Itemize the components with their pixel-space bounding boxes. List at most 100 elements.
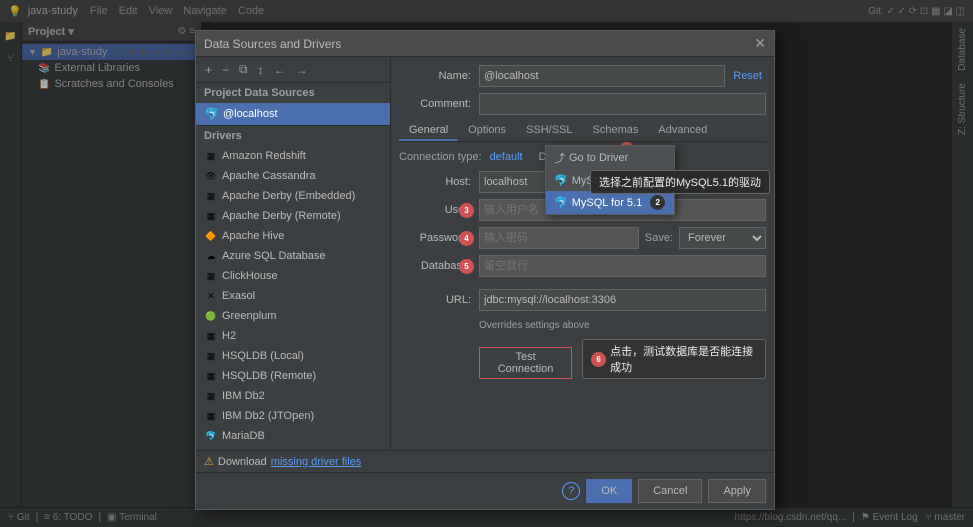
derby-rem-icon: ▦ — [204, 209, 218, 223]
name-input[interactable] — [479, 65, 725, 87]
hsqldb-local-icon: ▦ — [204, 349, 218, 363]
mysql-popup-icon: 🐬 — [554, 174, 568, 187]
driver-derby-embedded[interactable]: ▦ Apache Derby (Embedded) — [196, 186, 390, 206]
cancel-button[interactable]: Cancel — [638, 479, 702, 503]
test-conn-label: Test Connection — [498, 351, 554, 375]
ide-window: 💡 java-study File Edit View Navigate Cod… — [0, 0, 973, 527]
fwd-btn[interactable]: → — [293, 61, 311, 78]
tabs-bar: General Options SSH/SSL Schemas Advanced — [399, 121, 766, 142]
remove-datasource-btn[interactable]: − — [219, 61, 232, 78]
driver-clickhouse[interactable]: ▦ ClickHouse — [196, 266, 390, 286]
drivers-header: Drivers — [196, 126, 390, 146]
url-override-note: Overrides settings above — [479, 320, 590, 331]
driver-popup-goto[interactable]: ⤴ Go to Driver — [546, 146, 674, 170]
driver-label: Exasol — [222, 290, 255, 302]
driver-amazon-redshift[interactable]: ▦ Amazon Redshift — [196, 146, 390, 166]
cassandra-icon: 👁 — [204, 169, 218, 183]
driver-derby-remote[interactable]: ▦ Apache Derby (Remote) — [196, 206, 390, 226]
driver-label: Apache Cassandra — [222, 170, 316, 182]
left-pane-toolbar: + − ⧉ ↕ ← → — [196, 57, 390, 83]
driver-label: IBM Db2 (JTOpen) — [222, 410, 314, 422]
tab-advanced[interactable]: Advanced — [648, 121, 717, 141]
move-datasource-btn[interactable]: ↕ — [255, 61, 267, 78]
conn-type-value[interactable]: default — [490, 151, 523, 163]
goto-driver-label: Go to Driver — [569, 152, 628, 164]
driver-label: HSQLDB (Remote) — [222, 370, 316, 382]
password-input[interactable] — [479, 227, 639, 249]
add-datasource-btn[interactable]: + — [202, 61, 215, 78]
driver-label: Azure SQL Database — [222, 250, 326, 262]
callout-annotation-2: 选择之前配置的MySQL5.1的驱动 — [590, 170, 770, 194]
tab-ssh-ssl[interactable]: SSH/SSL — [516, 121, 582, 141]
name-row: Name: Reset — [399, 65, 766, 87]
dialog-footer: ? OK Cancel Apply — [196, 472, 774, 509]
datasource-item-localhost[interactable]: 🐬 @localhost — [196, 103, 390, 125]
test-conn-row: Test Connection 6 点击，测试数据库是否能连接成功 — [399, 339, 766, 379]
driver-label: MariaDB — [222, 430, 265, 442]
copy-datasource-btn[interactable]: ⧉ — [236, 61, 251, 78]
exasol-icon: ✕ — [204, 289, 218, 303]
reset-button[interactable]: Reset — [729, 70, 766, 82]
driver-mariadb[interactable]: 🐬 MariaDB — [196, 426, 390, 446]
driver-popup-mysql51[interactable]: 🐬 MySQL for 5.1 2 — [546, 191, 674, 214]
right-pane: Name: Reset Comment: General Options SSH… — [391, 57, 774, 450]
driver-label: HSQLDB (Local) — [222, 350, 304, 362]
save-select[interactable]: Forever Until restart Never — [679, 227, 766, 249]
mysql51-popup-label: MySQL for 5.1 — [572, 197, 643, 209]
test-annotation-callout: 6 点击，测试数据库是否能连接成功 — [582, 339, 766, 379]
back-btn[interactable]: ← — [271, 61, 289, 78]
dialog-title-bar: Data Sources and Drivers ✕ — [196, 31, 774, 57]
help-icon[interactable]: ? — [562, 482, 580, 500]
host-label: Host: — [399, 176, 479, 188]
dialog-close-button[interactable]: ✕ — [754, 35, 766, 52]
annotation-6: 6 — [591, 352, 606, 367]
apply-button[interactable]: Apply — [708, 479, 766, 503]
driver-hsqldb-remote[interactable]: ▦ HSQLDB (Remote) — [196, 366, 390, 386]
dialog-title: Data Sources and Drivers — [204, 37, 341, 51]
driver-label: H2 — [222, 330, 236, 342]
project-datasources-header: Project Data Sources — [196, 83, 390, 103]
mariadb-icon: 🐬 — [204, 429, 218, 443]
hive-icon: 🔶 — [204, 229, 218, 243]
driver-exasol[interactable]: ✕ Exasol — [196, 286, 390, 306]
mysql51-popup-icon: 🐬 — [554, 196, 568, 209]
goto-driver-icon: ⤴ — [554, 150, 565, 166]
hsqldb-remote-icon: ▦ — [204, 369, 218, 383]
data-sources-dialog: Data Sources and Drivers ✕ + − ⧉ ↕ ← → P… — [195, 30, 775, 510]
driver-apache-hive[interactable]: 🔶 Apache Hive — [196, 226, 390, 246]
dialog-body: + − ⧉ ↕ ← → Project Data Sources 🐬 @loca… — [196, 57, 774, 450]
conn-type-label: Connection type: — [399, 151, 482, 163]
annotation-4: 4 — [459, 231, 474, 246]
test-annotation-text: 点击，测试数据库是否能连接成功 — [610, 343, 757, 375]
driver-ibm-db2[interactable]: ▦ IBM Db2 — [196, 386, 390, 406]
warning-link[interactable]: missing driver files — [271, 456, 361, 468]
tab-options[interactable]: Options — [458, 121, 516, 141]
driver-hsqldb-local[interactable]: ▦ HSQLDB (Local) — [196, 346, 390, 366]
driver-label: ClickHouse — [222, 270, 278, 282]
driver-label: Amazon Redshift — [222, 150, 306, 162]
callout-text: 选择之前配置的MySQL5.1的驱动 — [599, 177, 761, 189]
ibm-db2-icon: ▦ — [204, 389, 218, 403]
drivers-section: Drivers ▦ Amazon Redshift 👁 Apache Cassa… — [196, 125, 390, 450]
driver-label: IBM Db2 — [222, 390, 265, 402]
driver-greenplum[interactable]: 🟢 Greenplum — [196, 306, 390, 326]
url-input[interactable] — [479, 289, 766, 311]
test-connection-button[interactable]: Test Connection — [479, 347, 572, 379]
password-row: Password: 4 Save: Forever Until restart … — [399, 227, 766, 249]
tab-schemas[interactable]: Schemas — [583, 121, 649, 141]
tab-general[interactable]: General — [399, 121, 458, 141]
datasource-label: @localhost — [223, 108, 278, 120]
comment-input[interactable] — [479, 93, 766, 115]
warning-text-static: Download — [218, 456, 267, 468]
left-pane: + − ⧉ ↕ ← → Project Data Sources 🐬 @loca… — [196, 57, 391, 450]
comment-label: Comment: — [399, 98, 479, 110]
database-input[interactable] — [479, 255, 766, 277]
ok-button[interactable]: OK — [586, 479, 632, 503]
driver-ibm-db2-jtopen[interactable]: ▦ IBM Db2 (JTOpen) — [196, 406, 390, 426]
clickhouse-icon: ▦ — [204, 269, 218, 283]
modal-overlay: Data Sources and Drivers ✕ + − ⧉ ↕ ← → P… — [0, 0, 973, 527]
driver-azure-sql[interactable]: ☁ Azure SQL Database — [196, 246, 390, 266]
driver-h2[interactable]: ▦ H2 — [196, 326, 390, 346]
annotation-3: 3 — [459, 203, 474, 218]
driver-apache-cassandra[interactable]: 👁 Apache Cassandra — [196, 166, 390, 186]
